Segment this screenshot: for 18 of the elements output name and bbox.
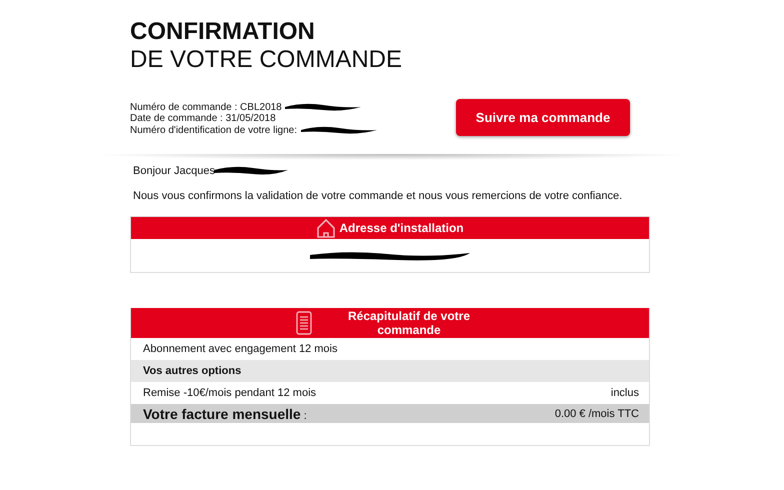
- order-detail: Numéro d'identification de votre ligne:: [130, 124, 298, 136]
- house-icon: [316, 218, 336, 238]
- row-label: Abonnement avec engagement 12 mois: [143, 343, 338, 355]
- document-icon: [296, 311, 312, 335]
- page-title: CONFIRMATION: [130, 18, 316, 46]
- row-value: 0.00 € /mois TTC: [554, 408, 639, 420]
- track-order-button[interactable]: Suivre ma commande: [456, 99, 630, 136]
- greeting-text: Bonjour Jacques: [133, 165, 215, 177]
- confirmation-message: Nous vous confirmons la validation de votre commande et nous vous remercions de votre confiance.: [133, 190, 624, 202]
- page-subtitle: DE VOTRE COMMANDE: [130, 46, 404, 74]
- row-label: Remise -10€/mois pendant 12 mois: [143, 387, 316, 399]
- panel-title: Adresse d'installation: [339, 221, 464, 235]
- row-label: Vos autres options: [143, 365, 242, 377]
- row-value: inclus: [610, 387, 639, 399]
- order-detail: Numéro de commande : CBL2018: [130, 102, 282, 112]
- row-label: Votre facture mensuelle :: [143, 406, 307, 422]
- order-detail: Date de commande : 31/05/2018: [130, 113, 276, 124]
- panel-title: Récapitulatif de votre commande: [346, 309, 472, 337]
